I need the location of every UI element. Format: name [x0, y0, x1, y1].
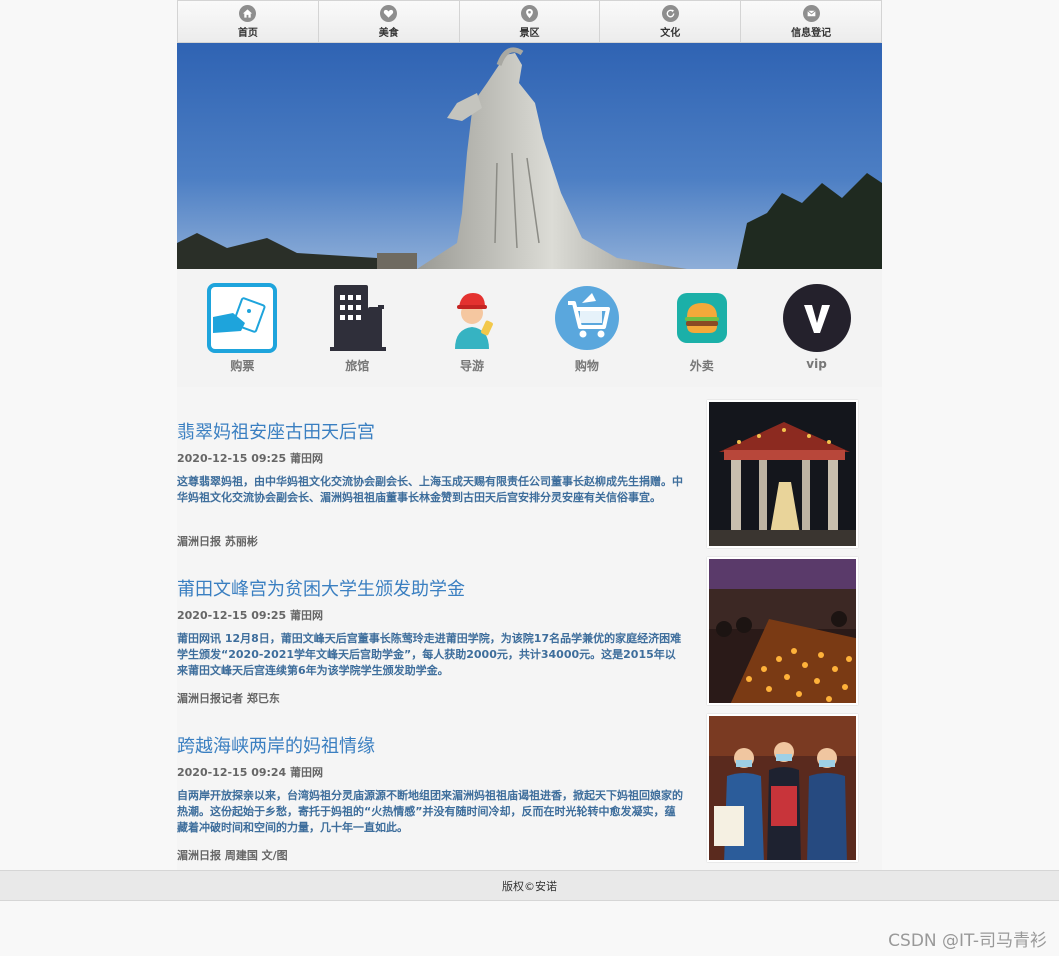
- article-title[interactable]: 莆田文峰宫为贫困大学生颁发助学金: [177, 575, 465, 601]
- heart-icon: [380, 4, 398, 22]
- shopping-cart-icon: [552, 283, 622, 353]
- nav-label: 文化: [660, 27, 681, 39]
- footer: 版权©安诺: [0, 870, 1059, 901]
- article-body: 这尊翡翠妈祖，由中华妈祖文化交流协会副会长、上海玉成天赐有限责任公司董事长赵柳成…: [177, 475, 683, 504]
- refresh-icon: [661, 4, 679, 22]
- service-label: 购票: [230, 359, 255, 373]
- service-ticket[interactable]: 购票: [197, 283, 287, 387]
- article-source: 湄洲日报 周建国 文/图: [177, 849, 288, 862]
- burger-icon: [667, 283, 737, 353]
- article-body: 自两岸开放探亲以来，台湾妈祖分灵庙源源不断地组团来湄洲妈祖祖庙谒祖进香，掀起天下…: [177, 789, 683, 834]
- location-pin-icon: [520, 4, 538, 22]
- article-title[interactable]: 跨越海峡两岸的妈祖情缘: [177, 732, 375, 758]
- services-row: 购票 旅馆 导游 购物 外卖 vip: [177, 269, 882, 387]
- banner-image: [177, 43, 882, 269]
- service-guide[interactable]: 导游: [427, 283, 517, 387]
- service-vip[interactable]: vip: [772, 283, 862, 387]
- top-nav: 首页 美食 景区 文化 信息登记: [177, 0, 882, 43]
- nav-item-registration[interactable]: 信息登记: [741, 1, 881, 42]
- service-label: 外卖: [689, 359, 714, 373]
- nav-label: 首页: [237, 27, 258, 39]
- nav-label: 信息登记: [791, 27, 832, 39]
- news-list: 翡翠妈祖安座古田天后宫 2020-12-15 09:25 莆田网 这尊翡翠妈祖，…: [177, 398, 882, 869]
- news-article: 跨越海峡两岸的妈祖情缘 2020-12-15 09:24 莆田网 自两岸开放探亲…: [177, 712, 882, 869]
- service-hotel[interactable]: 旅馆: [312, 283, 402, 387]
- article-meta: 2020-12-15 09:25 莆田网: [177, 609, 324, 622]
- article-thumbnail[interactable]: [707, 557, 858, 705]
- article-thumbnail[interactable]: [707, 714, 858, 862]
- news-article: 翡翠妈祖安座古田天后宫 2020-12-15 09:25 莆田网 这尊翡翠妈祖，…: [177, 398, 882, 555]
- home-icon: [239, 4, 257, 22]
- service-shopping[interactable]: 购物: [542, 283, 632, 387]
- main-container: 首页 美食 景区 文化 信息登记 购票 旅馆 导游 购物 外卖 vip 翡翠妈祖…: [177, 0, 882, 870]
- article-meta: 2020-12-15 09:24 莆田网: [177, 766, 324, 779]
- nav-item-scenic[interactable]: 景区: [460, 1, 601, 42]
- page: 首页 美食 景区 文化 信息登记 购票 旅馆 导游 购物 外卖 vip 翡翠妈祖…: [0, 0, 1059, 956]
- nav-item-home[interactable]: 首页: [178, 1, 319, 42]
- article-meta: 2020-12-15 09:25 莆田网: [177, 452, 324, 465]
- nav-item-food[interactable]: 美食: [319, 1, 460, 42]
- nav-label: 美食: [378, 27, 399, 39]
- vip-icon: [782, 283, 852, 353]
- ticket-icon: [207, 283, 278, 353]
- article-source: 湄洲日报记者 郑已东: [177, 692, 280, 705]
- nav-label: 景区: [519, 27, 540, 39]
- tour-guide-icon: [437, 283, 507, 353]
- nav-item-culture[interactable]: 文化: [600, 1, 742, 42]
- watermark: CSDN @IT-司马青衫: [888, 931, 1047, 951]
- copyright-text: 版权©安诺: [502, 879, 557, 893]
- building-icon: [322, 283, 392, 353]
- service-takeout[interactable]: 外卖: [657, 283, 747, 387]
- service-label: 旅馆: [345, 359, 370, 373]
- mail-icon: [802, 4, 820, 22]
- article-source: 湄洲日报 苏丽彬: [177, 535, 258, 548]
- service-label: 购物: [574, 359, 599, 373]
- article-title[interactable]: 翡翠妈祖安座古田天后宫: [177, 418, 375, 444]
- news-article: 莆田文峰宫为贫困大学生颁发助学金 2020-12-15 09:25 莆田网 莆田…: [177, 555, 882, 712]
- article-body: 莆田网讯 12月8日，莆田文峰天后宫董事长陈莺玲走进莆田学院，为该院17名品学兼…: [177, 632, 682, 677]
- service-label: 导游: [460, 359, 485, 373]
- article-thumbnail[interactable]: [707, 400, 858, 548]
- service-label: vip: [806, 357, 827, 371]
